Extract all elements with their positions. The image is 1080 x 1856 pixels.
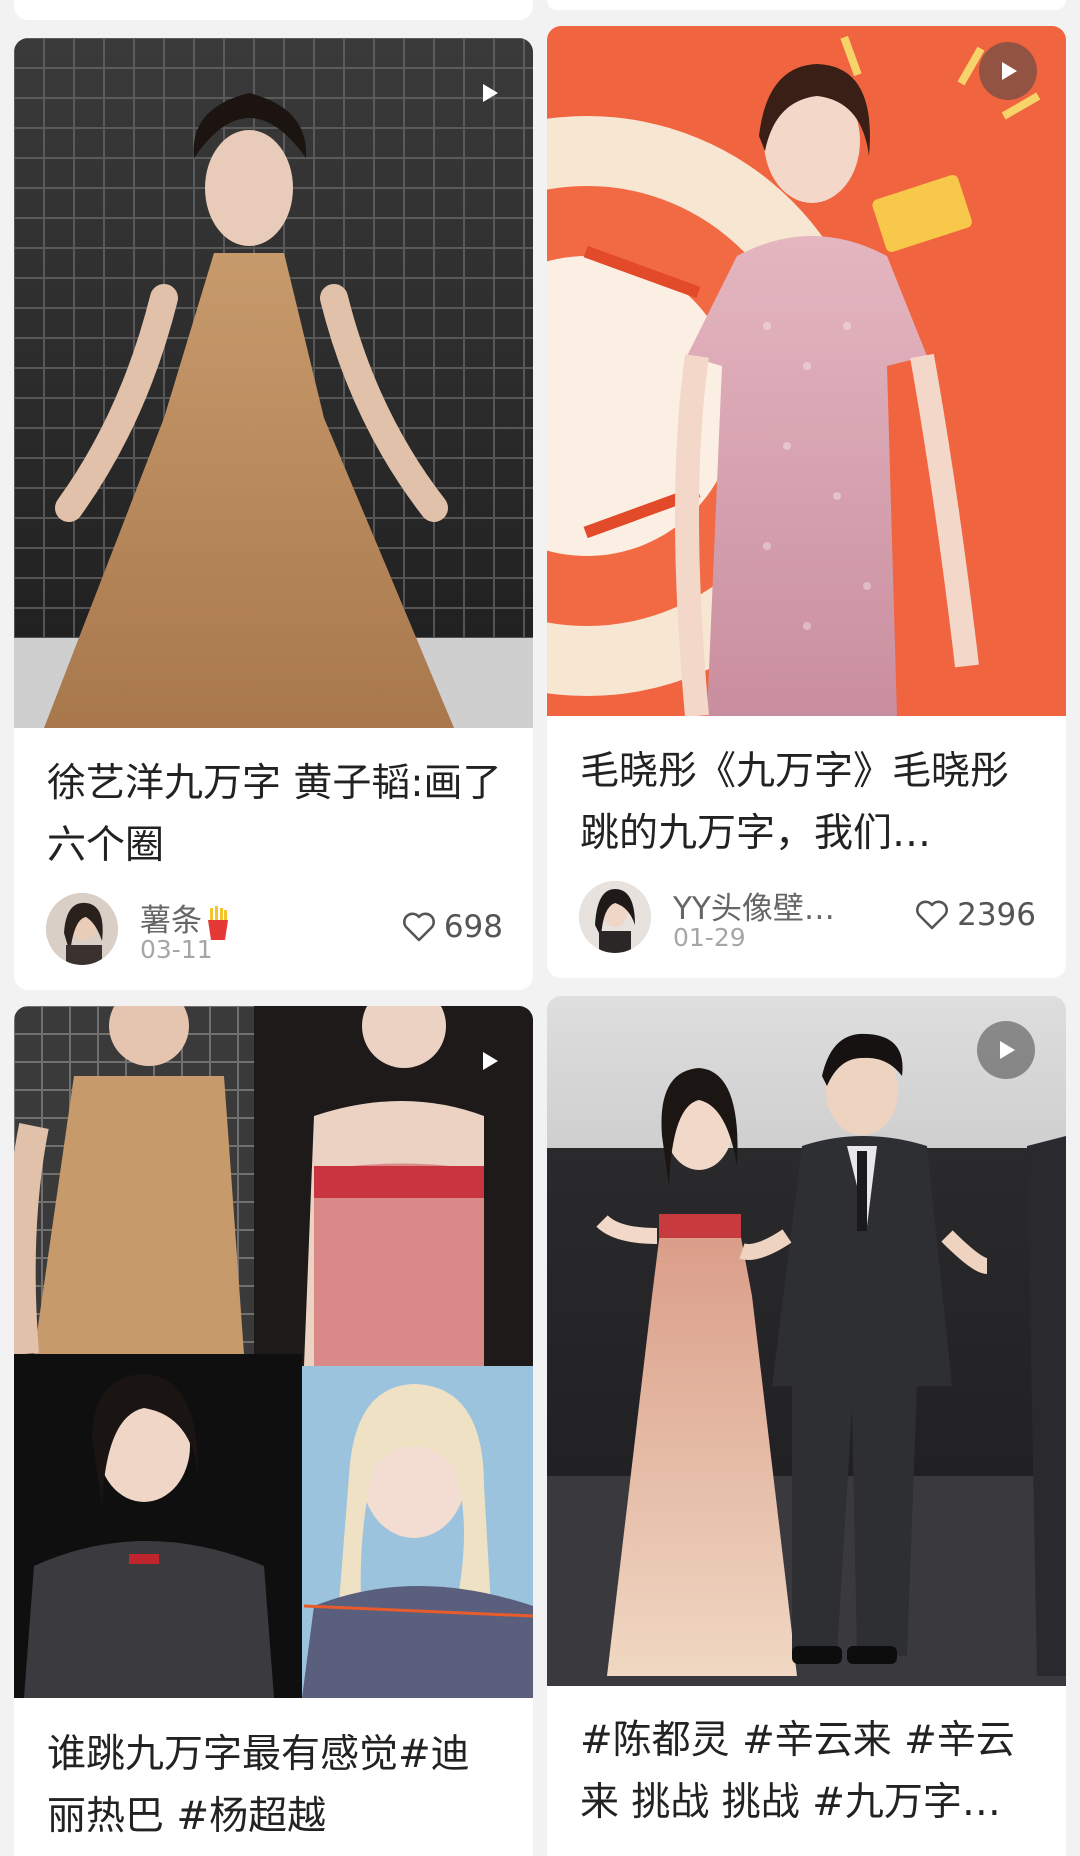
cover-image	[547, 26, 1066, 716]
play-icon	[483, 1052, 498, 1070]
note-feed: 徐艺洋九万字 黄子韬:画了六个圈 薯条 03-11 698 毛晓彤《九万字》毛晓…	[0, 0, 1080, 1856]
previous-card-bottom-right	[547, 0, 1066, 10]
video-badge	[460, 64, 518, 122]
note-footer: YY头像壁… 01-29 2396	[579, 881, 1036, 955]
note-title: 徐艺洋九万字 黄子韬:画了六个圈	[47, 761, 502, 868]
note-title: #陈都灵 #辛云来 #辛云来 挑战 挑战 #九万字…	[580, 1718, 1015, 1825]
play-icon	[1000, 1041, 1015, 1059]
note-card[interactable]: #陈都灵 #辛云来 #辛云来 挑战 挑战 #九万字…	[547, 996, 1066, 1856]
cover-image	[14, 1006, 533, 1698]
post-date: 01-29	[673, 923, 746, 952]
previous-card-bottom-left	[14, 0, 533, 20]
like-count: 698	[443, 909, 503, 945]
cover-image	[14, 38, 533, 728]
video-badge	[460, 1032, 518, 1090]
like-count: 2396	[957, 897, 1036, 933]
heart-outline-icon	[402, 912, 435, 942]
play-icon	[483, 84, 498, 102]
note-title: 谁跳九万字最有感觉#迪丽热巴 #杨超越	[47, 1732, 470, 1839]
author-name[interactable]: 薯条	[140, 895, 230, 940]
author-name[interactable]: YY头像壁…	[673, 883, 835, 928]
post-date: 03-11	[140, 935, 213, 964]
author-avatar[interactable]	[579, 881, 651, 953]
author-avatar[interactable]	[46, 893, 118, 965]
video-badge	[977, 1021, 1035, 1079]
like-button[interactable]: 2396	[915, 897, 1036, 933]
video-badge	[979, 42, 1037, 100]
cover-image	[547, 996, 1066, 1686]
heart-outline-icon	[916, 900, 949, 930]
note-card[interactable]: 徐艺洋九万字 黄子韬:画了六个圈 薯条 03-11 698	[14, 38, 533, 990]
like-button[interactable]: 698	[402, 909, 503, 945]
note-title: 毛晓彤《九万字》毛晓彤跳的九万字，我们…	[580, 749, 1010, 856]
play-icon	[1002, 62, 1017, 80]
note-card[interactable]: 谁跳九万字最有感觉#迪丽热巴 #杨超越	[14, 1006, 533, 1856]
note-footer: 薯条 03-11 698	[46, 893, 503, 967]
note-card[interactable]: 毛晓彤《九万字》毛晓彤跳的九万字，我们… YY头像壁… 01-29 2396	[547, 26, 1066, 978]
